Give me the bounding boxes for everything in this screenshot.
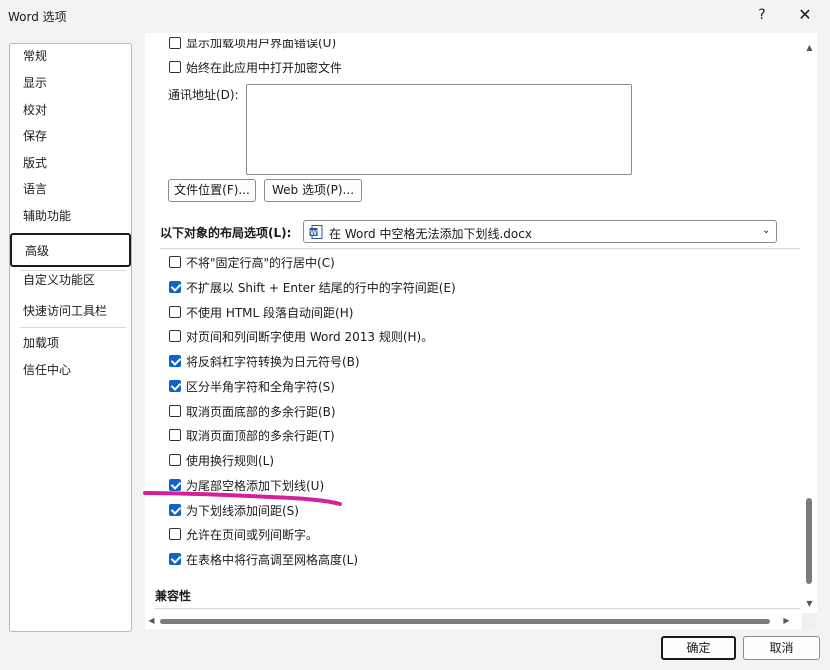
- sidebar-item-trust-center[interactable]: 信任中心: [10, 358, 131, 382]
- layout-option-checkbox[interactable]: [169, 380, 181, 392]
- section-divider: [155, 608, 800, 609]
- sidebar-item-typography[interactable]: 版式: [10, 151, 131, 175]
- word-document-icon: W: [309, 225, 323, 239]
- vertical-scroll-thumb[interactable]: [806, 498, 812, 584]
- layout-option-label: 为下划线添加间距(S): [186, 504, 299, 518]
- sidebar-item-advanced[interactable]: 高级: [10, 233, 131, 267]
- sidebar-item-proofing[interactable]: 校对: [10, 98, 131, 122]
- scrollbar-corner: [802, 613, 817, 629]
- layout-document-value: 在 Word 中空格无法添加下划线.docx: [329, 227, 532, 241]
- svg-text:W: W: [310, 230, 317, 237]
- layout-option-label: 不将"固定行高"的行居中(C): [186, 256, 335, 270]
- layout-option-label: 将反斜杠字符转换为日元符号(B): [186, 355, 360, 369]
- ok-button[interactable]: 确定: [661, 636, 736, 660]
- checkbox-open-encrypted[interactable]: [169, 61, 181, 73]
- chevron-down-icon: ⌄: [762, 225, 771, 236]
- layout-option-checkbox[interactable]: [169, 405, 181, 417]
- scroll-up-icon[interactable]: ▲: [805, 43, 814, 52]
- mailing-address-input[interactable]: [246, 84, 632, 175]
- sidebar-item-display[interactable]: 显示: [10, 71, 131, 95]
- sidebar-item-language[interactable]: 语言: [10, 177, 131, 201]
- layout-option-checkbox[interactable]: [169, 504, 181, 516]
- close-button[interactable]: ✕: [794, 4, 816, 26]
- title-bar: Word 选项 ? ✕: [0, 0, 830, 32]
- mailing-address-label: 通讯地址(D):: [168, 88, 239, 102]
- sidebar-item-addins[interactable]: 加载项: [10, 331, 131, 355]
- option-label: 始终在此应用中打开加密文件: [186, 61, 343, 75]
- help-button[interactable]: ?: [752, 4, 772, 26]
- layout-option-checkbox[interactable]: [169, 479, 181, 491]
- sidebar-item-general[interactable]: 常规: [10, 44, 131, 68]
- compatibility-heading: 兼容性: [155, 589, 192, 603]
- layout-option-checkbox[interactable]: [169, 454, 181, 466]
- layout-option-checkbox[interactable]: [169, 528, 181, 540]
- section-divider: [160, 248, 800, 249]
- layout-option-checkbox[interactable]: [169, 553, 181, 565]
- layout-document-select[interactable]: W 在 Word 中空格无法添加下划线.docx ⌄: [303, 220, 777, 243]
- sidebar-item-save[interactable]: 保存: [10, 124, 131, 148]
- scroll-down-icon[interactable]: ▼: [805, 599, 814, 608]
- cancel-button[interactable]: 取消: [743, 636, 820, 660]
- layout-options-heading: 以下对象的布局选项(L):: [160, 226, 292, 240]
- layout-option-label: 使用换行规则(L): [186, 454, 275, 468]
- layout-option-label: 对页间和列间断字使用 Word 2013 规则(H)。: [186, 330, 434, 344]
- layout-option-label: 不使用 HTML 段落自动间距(H): [186, 306, 354, 320]
- horizontal-scroll-thumb[interactable]: [160, 619, 770, 624]
- layout-option-checkbox[interactable]: [169, 429, 181, 441]
- sidebar: 常规 显示 校对 保存 版式 语言 辅助功能 高级 自定义功能区 快速访问工具栏…: [9, 43, 132, 632]
- layout-option-label: 取消页面顶部的多余行距(T): [186, 429, 335, 443]
- scroll-left-icon[interactable]: ◀: [147, 616, 156, 626]
- scroll-right-icon[interactable]: ▶: [782, 616, 791, 626]
- layout-option-checkbox[interactable]: [169, 355, 181, 367]
- layout-option-label: 区分半角字符和全角字符(S): [186, 380, 335, 394]
- layout-option-checkbox[interactable]: [169, 330, 181, 342]
- checkbox-show-addin-errors[interactable]: [169, 37, 181, 49]
- layout-option-label: 不扩展以 Shift + Enter 结尾的行中的字符间距(E): [186, 281, 456, 295]
- layout-option-checkbox[interactable]: [169, 256, 181, 268]
- file-locations-button[interactable]: 文件位置(F)...: [168, 179, 256, 202]
- window-title: Word 选项: [8, 10, 67, 24]
- layout-option-label: 在表格中将行高调至网格高度(L): [186, 553, 359, 567]
- layout-option-label: 取消页面底部的多余行距(B): [186, 405, 336, 419]
- vertical-scrollbar[interactable]: ▲ ▼: [802, 33, 817, 613]
- layout-option-checkbox[interactable]: [169, 306, 181, 318]
- sidebar-divider: [20, 327, 126, 328]
- layout-option-label: 为尾部空格添加下划线(U): [186, 479, 325, 493]
- sidebar-item-customize-ribbon[interactable]: 自定义功能区: [10, 268, 131, 292]
- layout-option-checkbox[interactable]: [169, 281, 181, 293]
- sidebar-item-accessibility[interactable]: 辅助功能: [10, 204, 131, 228]
- web-options-button[interactable]: Web 选项(P)...: [264, 179, 362, 202]
- layout-option-label: 允许在页间或列间断字。: [186, 528, 319, 542]
- sidebar-item-quick-access-toolbar[interactable]: 快速访问工具栏: [10, 299, 131, 323]
- horizontal-scrollbar[interactable]: ◀ ▶: [145, 613, 802, 629]
